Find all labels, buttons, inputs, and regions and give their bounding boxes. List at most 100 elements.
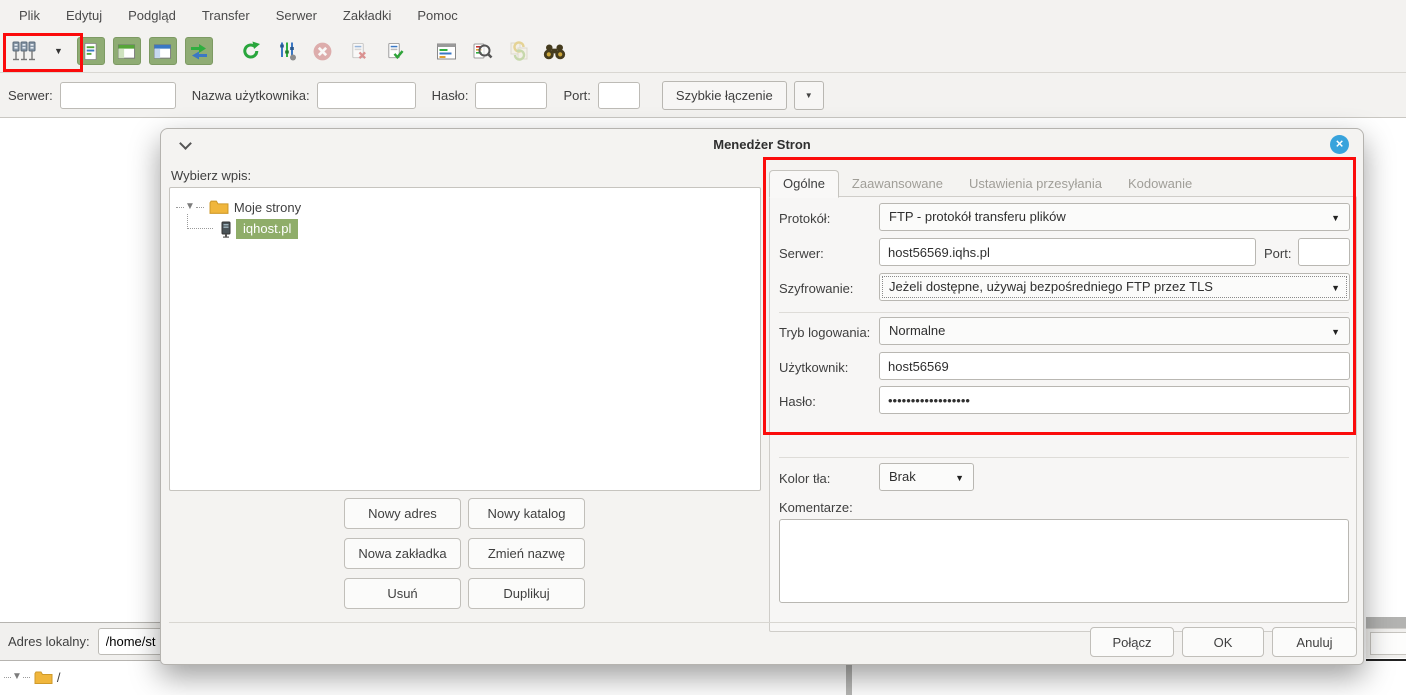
duplicate-button[interactable]: Duplikuj <box>468 578 585 609</box>
port-input[interactable] <box>1298 238 1350 266</box>
filter-button[interactable] <box>273 37 301 65</box>
quickconnect-port-input[interactable] <box>598 82 640 109</box>
dialog-title: Menedżer Stron <box>161 137 1363 152</box>
separator <box>779 457 1349 458</box>
rename-button[interactable]: Zmień nazwę <box>468 538 585 569</box>
quickconnect-username-input[interactable] <box>317 82 416 109</box>
user-input[interactable] <box>879 352 1350 380</box>
file-search-button[interactable] <box>469 37 497 65</box>
site-manager-button[interactable] <box>10 37 38 65</box>
cancel-dialog-button[interactable]: Anuluj <box>1272 627 1357 657</box>
folder-icon <box>209 199 229 215</box>
close-button[interactable]: × <box>1330 135 1349 154</box>
dropdown-arrow-icon: ▼ <box>1331 213 1340 223</box>
menu-bar: Plik Edytuj Podgląd Transfer Serwer Zakł… <box>0 0 1406 30</box>
logon-type-label: Tryb logowania: <box>779 325 870 340</box>
tab-transfer-settings[interactable]: Ustawienia przesyłania <box>956 171 1115 197</box>
local-tree-icon <box>117 42 136 61</box>
quickconnect-password-label: Hasło: <box>432 88 469 103</box>
password-input[interactable] <box>879 386 1350 414</box>
quickconnect-server-input[interactable] <box>60 82 176 109</box>
pane-splitter[interactable] <box>846 661 852 695</box>
quickconnect-port-label: Port: <box>563 88 590 103</box>
dialog-title-bar[interactable]: Menedżer Stron × <box>161 129 1363 161</box>
tree-folder-row[interactable]: ▼ Moje strony <box>176 196 756 218</box>
new-site-button[interactable]: Nowy adres <box>344 498 461 529</box>
site-server-icon <box>220 221 232 238</box>
binoculars-icon <box>543 42 566 61</box>
menu-podglad[interactable]: Podgląd <box>115 8 189 23</box>
background-color-label: Kolor tła: <box>779 471 830 486</box>
site-manager-dialog: Menedżer Stron × Wybierz wpis: ▼ Moje st… <box>160 128 1364 665</box>
user-label: Użytkownik: <box>779 360 848 375</box>
general-tab-panel: Protokół: FTP - protokół transferu plikó… <box>769 196 1357 632</box>
menu-pomoc[interactable]: Pomoc <box>404 8 470 23</box>
synchronized-browsing-button <box>505 37 533 65</box>
encryption-select[interactable]: Jeżeli dostępne, używaj bezpośredniego F… <box>879 273 1350 301</box>
menu-transfer[interactable]: Transfer <box>189 8 263 23</box>
port-label: Port: <box>1264 246 1291 261</box>
site-manager-icon <box>12 40 36 62</box>
transfer-queue-icon <box>189 41 209 61</box>
background-color-select[interactable]: Brak ▼ <box>879 463 974 491</box>
tab-charset[interactable]: Kodowanie <box>1115 171 1205 197</box>
reconnect-icon <box>385 42 404 61</box>
tab-advanced[interactable]: Zaawansowane <box>839 171 956 197</box>
local-address-label: Adres lokalny: <box>8 634 90 649</box>
refresh-button[interactable] <box>237 37 265 65</box>
quickconnect-username-label: Nazwa użytkownika: <box>192 88 310 103</box>
protocol-label: Protokół: <box>779 211 830 226</box>
file-search-icon <box>472 41 493 62</box>
password-label: Hasło: <box>779 394 816 409</box>
quickconnect-dropdown-button[interactable]: ▼ <box>794 81 824 110</box>
menu-serwer[interactable]: Serwer <box>263 8 330 23</box>
logon-type-value: Normalne <box>889 323 945 338</box>
menu-plik[interactable]: Plik <box>6 8 53 23</box>
expander-icon[interactable]: ▼ <box>185 202 195 212</box>
disconnect-button <box>345 37 373 65</box>
new-folder-button[interactable]: Nowy katalog <box>468 498 585 529</box>
remote-tree-toggle-button[interactable] <box>149 37 177 65</box>
encryption-label: Szyfrowanie: <box>779 281 853 296</box>
filezilla-window: Plik Edytuj Podgląd Transfer Serwer Zakł… <box>0 0 1406 695</box>
quickconnect-button[interactable]: Szybkie łączenie <box>662 81 787 110</box>
settings-tabs: Ogólne Zaawansowane Ustawienia przesyłan… <box>769 170 1205 197</box>
delete-button[interactable]: Usuń <box>344 578 461 609</box>
local-tree-toggle-button[interactable] <box>113 37 141 65</box>
directory-comparison-button[interactable] <box>433 37 461 65</box>
background-color-value: Brak <box>889 469 916 484</box>
quickconnect-password-input[interactable] <box>475 82 547 109</box>
protocol-value: FTP - protokół transferu plików <box>889 209 1066 224</box>
expander-icon[interactable]: ▼ <box>12 672 22 682</box>
select-entry-label: Wybierz wpis: <box>171 168 251 183</box>
new-bookmark-button[interactable]: Nowa zakładka <box>344 538 461 569</box>
protocol-select[interactable]: FTP - protokół transferu plików ▼ <box>879 203 1350 231</box>
message-log-icon <box>81 42 100 61</box>
tab-general[interactable]: Ogólne <box>769 170 839 198</box>
remote-pane-input-fragment <box>1370 632 1406 655</box>
menu-zakladki[interactable]: Zakładki <box>330 8 404 23</box>
tree-folder-label: Moje strony <box>234 200 301 215</box>
menu-edytuj[interactable]: Edytuj <box>53 8 115 23</box>
logon-type-select[interactable]: Normalne ▼ <box>879 317 1350 345</box>
site-tree: ▼ Moje strony iqhost.pl <box>169 187 761 491</box>
quickconnect-server-label: Serwer: <box>8 88 53 103</box>
local-tree-root-row[interactable]: ▼ / <box>0 666 846 688</box>
tree-site-row[interactable]: iqhost.pl <box>176 218 756 240</box>
connect-button[interactable]: Połącz <box>1090 627 1174 657</box>
remote-pane-divider-fragment <box>1366 659 1406 661</box>
host-label: Serwer: <box>779 246 824 261</box>
dialog-footer-separator <box>169 622 1355 623</box>
directory-comparison-icon <box>436 42 457 61</box>
host-input[interactable] <box>879 238 1256 266</box>
separator <box>779 312 1349 313</box>
message-log-toggle-button[interactable] <box>77 37 105 65</box>
ok-button[interactable]: OK <box>1182 627 1264 657</box>
comments-textarea[interactable] <box>779 519 1349 603</box>
quickconnect-bar: Serwer: Nazwa użytkownika: Hasło: Port: … <box>0 73 1406 118</box>
transfer-queue-toggle-button[interactable] <box>185 37 213 65</box>
find-files-button[interactable] <box>541 37 569 65</box>
site-manager-dropdown-arrow[interactable]: ▼ <box>54 46 63 56</box>
reconnect-button[interactable] <box>381 37 409 65</box>
local-tree-root-label: / <box>57 670 61 685</box>
